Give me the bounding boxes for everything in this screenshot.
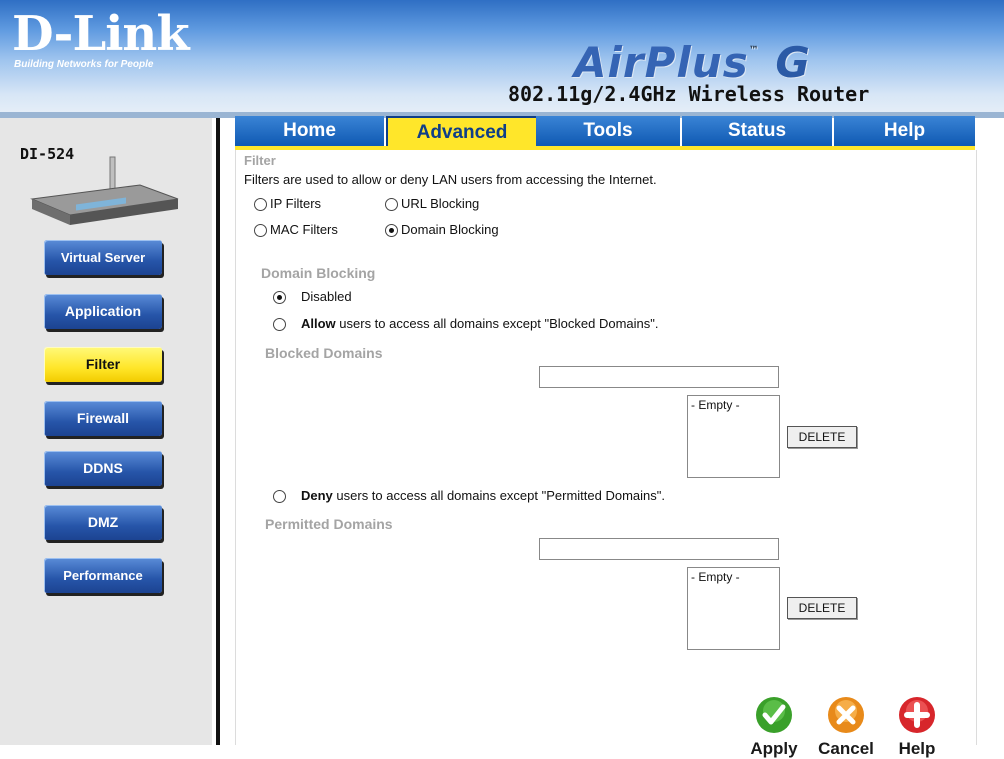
allow-rest: users to access all domains except "Bloc… bbox=[335, 316, 659, 331]
tab-status[interactable]: Status bbox=[682, 116, 832, 146]
ip-filters-radio[interactable] bbox=[254, 198, 267, 211]
sidebar-item-virtual-server[interactable]: Virtual Server bbox=[44, 240, 162, 275]
sidebar-item-firewall[interactable]: Firewall bbox=[44, 401, 162, 436]
logo-tagline: Building Networks for People bbox=[14, 59, 154, 70]
disabled-label: Disabled bbox=[301, 289, 352, 304]
help-plus-icon bbox=[899, 697, 935, 733]
product-suffix: G bbox=[775, 38, 811, 87]
sidebar-item-ddns[interactable]: DDNS bbox=[44, 451, 162, 486]
permitted-domains-title: Permitted Domains bbox=[265, 516, 393, 532]
apply-label: Apply bbox=[750, 739, 798, 758]
help-label: Help bbox=[898, 739, 936, 758]
tab-home[interactable]: Home bbox=[235, 116, 384, 146]
domain-blocking-title: Domain Blocking bbox=[261, 265, 376, 281]
deny-text: Deny users to access all domains except … bbox=[301, 488, 665, 503]
sidebar-divider-line bbox=[216, 118, 220, 745]
allow-bold: Allow bbox=[301, 316, 336, 331]
model-line: 802.11g/2.4GHz Wireless Router bbox=[508, 82, 870, 106]
mac-filters-label: MAC Filters bbox=[270, 222, 338, 237]
main-content bbox=[235, 150, 977, 745]
blocked-domains-list[interactable]: - Empty - bbox=[687, 395, 780, 478]
disabled-radio[interactable] bbox=[273, 291, 286, 304]
blocked-domain-input[interactable] bbox=[539, 366, 779, 388]
tab-help[interactable]: Help bbox=[834, 116, 975, 146]
filter-description: Filters are used to allow or deny LAN us… bbox=[244, 172, 657, 187]
sidebar-item-filter[interactable]: Filter bbox=[44, 347, 162, 382]
domain-blocking-radio[interactable] bbox=[385, 224, 398, 237]
cancel-x-icon bbox=[828, 697, 864, 733]
delete-permitted-button[interactable]: DELETE bbox=[787, 597, 857, 619]
checkmark-icon bbox=[756, 697, 792, 733]
allow-radio[interactable] bbox=[273, 318, 286, 331]
deny-bold: Deny bbox=[301, 488, 333, 503]
delete-blocked-button[interactable]: DELETE bbox=[787, 426, 857, 448]
url-blocking-radio[interactable] bbox=[385, 198, 398, 211]
tab-advanced[interactable]: Advanced bbox=[386, 116, 538, 148]
blocked-domains-title: Blocked Domains bbox=[265, 345, 383, 361]
logo-text: D-Link bbox=[12, 6, 190, 62]
help-button[interactable]: Help bbox=[893, 696, 941, 759]
product-name: AirPlus bbox=[574, 38, 749, 87]
tab-tools[interactable]: Tools bbox=[536, 116, 680, 146]
permitted-domains-list[interactable]: - Empty - bbox=[687, 567, 780, 650]
sidebar-item-dmz[interactable]: DMZ bbox=[44, 505, 162, 540]
ip-filters-label: IP Filters bbox=[270, 196, 322, 211]
sidebar-item-application[interactable]: Application bbox=[44, 294, 162, 329]
domain-blocking-label: Domain Blocking bbox=[401, 222, 499, 237]
cancel-button[interactable]: Cancel bbox=[813, 696, 879, 759]
filter-title: Filter bbox=[244, 153, 276, 168]
cancel-label: Cancel bbox=[818, 739, 874, 758]
mac-filters-radio[interactable] bbox=[254, 224, 267, 237]
sidebar-item-performance[interactable]: Performance bbox=[44, 558, 162, 593]
router-image bbox=[30, 156, 179, 225]
trademark-symbol: ™ bbox=[748, 45, 760, 56]
top-tab-bar: Home Advanced Tools Status Help bbox=[235, 116, 975, 148]
permitted-domain-input[interactable] bbox=[539, 538, 779, 560]
url-blocking-label: URL Blocking bbox=[401, 196, 480, 211]
apply-button[interactable]: Apply bbox=[746, 696, 802, 759]
allow-text: Allow users to access all domains except… bbox=[301, 316, 659, 331]
deny-rest: users to access all domains except "Perm… bbox=[332, 488, 665, 503]
product-brand: AirPlus™ G bbox=[574, 40, 811, 86]
dlink-logo: D-Link Building Networks for People bbox=[6, 6, 201, 70]
deny-radio[interactable] bbox=[273, 490, 286, 503]
